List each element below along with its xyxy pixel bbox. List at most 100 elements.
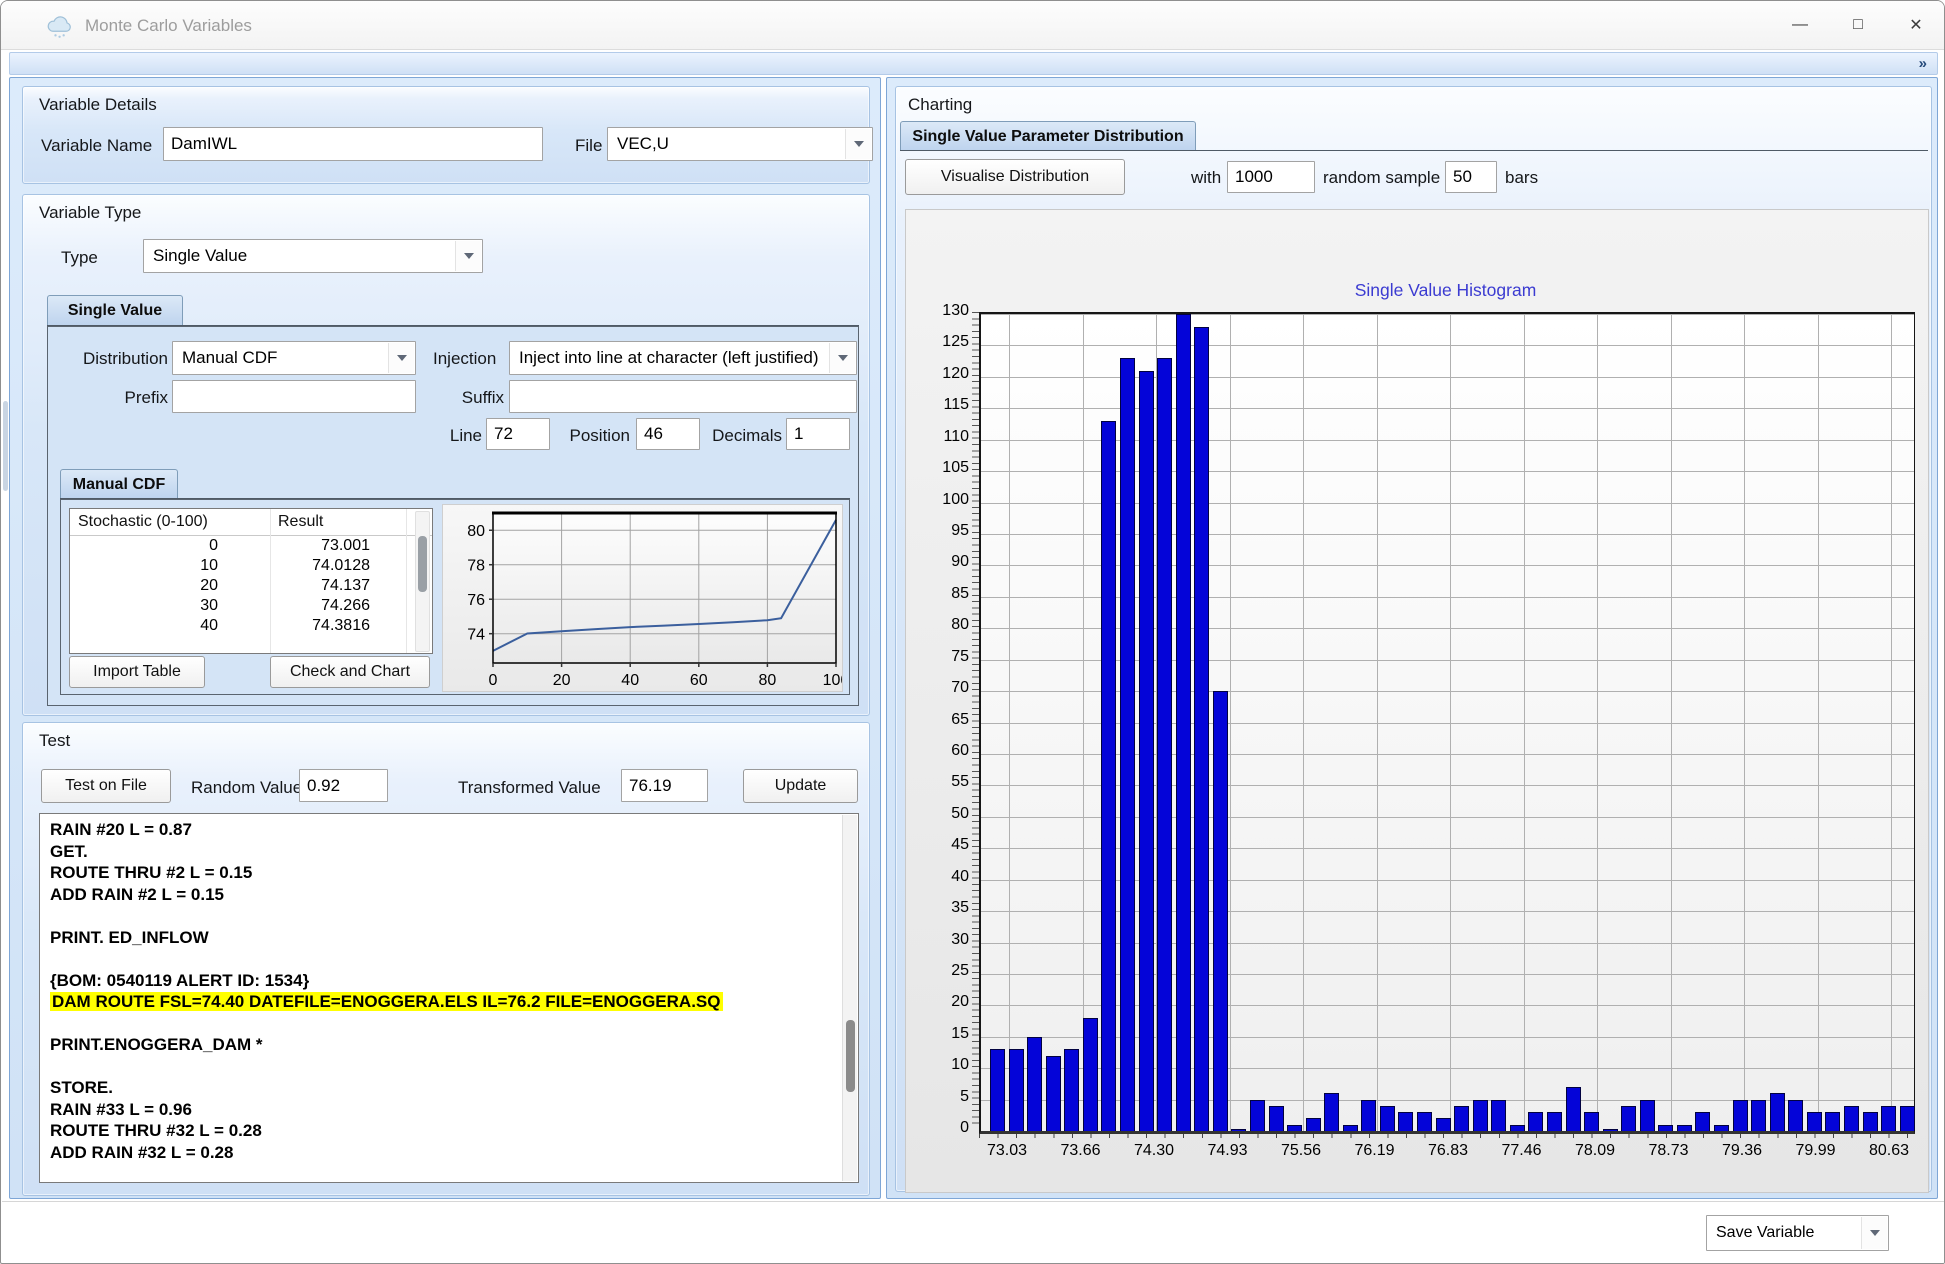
visualise-distribution-button[interactable]: Visualise Distribution <box>905 159 1125 195</box>
type-combo[interactable]: Single Value <box>143 239 483 273</box>
toolbar-overflow-icon[interactable]: » <box>1919 55 1927 72</box>
update-button[interactable]: Update <box>743 769 858 803</box>
svg-text:100: 100 <box>823 672 842 689</box>
histogram-bar <box>1547 1112 1562 1131</box>
cell-stochastic: 10 <box>78 557 218 575</box>
cell-result: 74.3816 <box>220 617 370 635</box>
histogram-bar <box>1361 1100 1376 1131</box>
table-row[interactable]: 3074.266 <box>70 597 432 617</box>
histogram-bar <box>1269 1106 1284 1131</box>
cdf-col-result: Result <box>278 513 323 531</box>
table-row[interactable]: 1074.0128 <box>70 557 432 577</box>
table-header-divider <box>70 535 432 536</box>
gridline-vertical <box>1744 314 1745 1131</box>
histogram-bar <box>1473 1100 1488 1131</box>
bar-count-input[interactable] <box>1445 161 1497 193</box>
app-window: Monte Carlo Variables — □ ✕ » Variable D… <box>0 0 1945 1264</box>
maximize-button[interactable]: □ <box>1829 1 1887 49</box>
test-output-box[interactable]: RAIN #20 L = 0.87GET.ROUTE THRU #2 L = 0… <box>39 813 859 1183</box>
suffix-input[interactable] <box>509 380 857 413</box>
tab-single-value[interactable]: Single Value <box>47 295 183 326</box>
save-variable-combo[interactable]: Save Variable <box>1706 1215 1889 1251</box>
test-on-file-button[interactable]: Test on File <box>41 769 171 803</box>
injection-combo-value: Inject into line at character (left just… <box>519 348 819 368</box>
decimals-label: Decimals <box>706 426 782 446</box>
distribution-label: Distribution <box>68 349 168 369</box>
random-value-label: Random Value <box>191 778 302 798</box>
import-table-button[interactable]: Import Table <box>69 656 205 688</box>
cell-stochastic: 40 <box>78 617 218 635</box>
histogram-bar <box>1213 691 1228 1131</box>
table-scrollbar[interactable] <box>415 511 430 652</box>
y-axis-label: 95 <box>906 522 969 540</box>
gridline-vertical <box>1524 314 1525 1131</box>
histogram-bar <box>1231 1129 1246 1131</box>
tab-single-value-parameter-distribution[interactable]: Single Value Parameter Distribution <box>900 121 1196 151</box>
histogram-bar <box>1194 327 1209 1131</box>
y-axis-label: 50 <box>906 805 969 823</box>
output-line: ADD RAIN #32 L = 0.28 <box>40 1142 858 1164</box>
chevron-down-icon <box>829 343 855 373</box>
histogram-bar <box>1677 1125 1692 1131</box>
distribution-combo[interactable]: Manual CDF <box>172 341 416 375</box>
histogram-bar <box>1139 371 1154 1131</box>
table-scrollbar-thumb[interactable] <box>418 536 427 592</box>
cdf-table[interactable]: Stochastic (0-100) Result 073.0011074.01… <box>69 508 433 654</box>
close-button[interactable]: ✕ <box>1887 1 1945 49</box>
variable-name-input[interactable] <box>163 127 543 161</box>
y-axis-label: 35 <box>906 899 969 917</box>
line-input[interactable] <box>486 418 550 450</box>
prefix-input[interactable] <box>172 380 416 413</box>
random-value-input[interactable] <box>299 769 388 802</box>
histogram-bar <box>1621 1106 1636 1131</box>
cell-result: 74.0128 <box>220 557 370 575</box>
histogram-bar <box>1714 1125 1729 1131</box>
x-axis-label: 80.63 <box>1852 1142 1926 1160</box>
dock-splitter-handle[interactable] <box>3 401 8 491</box>
y-axis-label: 40 <box>906 868 969 886</box>
svg-text:76: 76 <box>467 592 485 609</box>
y-axis-label: 115 <box>906 396 969 414</box>
histogram-bar <box>1751 1100 1766 1131</box>
y-axis-label: 55 <box>906 773 969 791</box>
chevron-down-icon <box>388 343 414 373</box>
minimize-button[interactable]: — <box>1771 1 1829 49</box>
injection-combo[interactable]: Inject into line at character (left just… <box>509 341 857 375</box>
decimals-input[interactable] <box>786 418 850 450</box>
output-line: RAIN #33 L = 0.96 <box>40 1099 858 1121</box>
y-axis-label: 90 <box>906 553 969 571</box>
table-row[interactable]: 2074.137 <box>70 577 432 597</box>
histogram-bar <box>1324 1093 1339 1131</box>
position-input[interactable] <box>636 418 700 450</box>
histogram-bar <box>1157 358 1172 1131</box>
file-combo[interactable]: VEC,U <box>607 127 873 161</box>
y-axis-label: 75 <box>906 648 969 666</box>
check-and-chart-button[interactable]: Check and Chart <box>270 656 430 688</box>
histogram-chart-area: Single Value Histogram 05101520253035404… <box>905 209 1929 1193</box>
histogram-bar <box>1863 1112 1878 1131</box>
gridline-horizontal <box>981 345 1914 346</box>
svg-text:78: 78 <box>467 558 485 575</box>
x-axis-label: 76.19 <box>1338 1142 1412 1160</box>
output-scrollbar[interactable] <box>842 815 857 1181</box>
histogram-bar <box>1046 1056 1061 1131</box>
x-axis-label: 78.09 <box>1558 1142 1632 1160</box>
y-axis-label: 100 <box>906 491 969 509</box>
output-line <box>40 948 858 970</box>
tab-manual-cdf[interactable]: Manual CDF <box>60 469 178 499</box>
gridline-vertical <box>1083 314 1084 1131</box>
transformed-value-input[interactable] <box>621 769 708 802</box>
histogram-bar <box>1027 1037 1042 1131</box>
output-scrollbar-thumb[interactable] <box>846 1020 855 1092</box>
sample-count-input[interactable] <box>1227 161 1315 193</box>
cdf-col-stochastic: Stochastic (0-100) <box>78 513 208 531</box>
gridline-vertical <box>1450 314 1451 1131</box>
histogram-bar <box>1083 1018 1098 1131</box>
table-row[interactable]: 4074.3816 <box>70 617 432 637</box>
variables-panel: Variable Details Variable Name File VEC,… <box>9 77 881 1199</box>
table-row[interactable]: 073.001 <box>70 537 432 557</box>
output-line <box>40 1056 858 1078</box>
svg-text:0: 0 <box>489 672 498 689</box>
histogram-bar <box>1009 1049 1024 1131</box>
histogram-bar <box>1176 314 1191 1131</box>
